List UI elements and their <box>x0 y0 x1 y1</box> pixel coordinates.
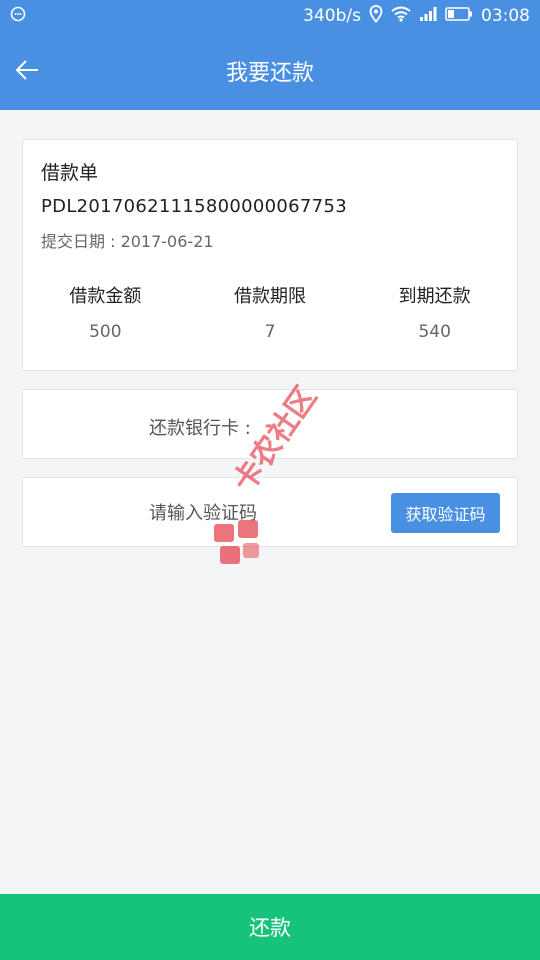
app-bar: 我要还款 <box>0 32 540 110</box>
messenger-icon <box>10 6 26 27</box>
battery-icon <box>445 6 473 27</box>
loan-number: PDL20170621115800000067753 <box>41 196 347 217</box>
stat-value: 540 <box>418 322 451 342</box>
submit-date: 提交日期 : 2017-06-21 <box>41 232 214 251</box>
bank-card-label: 还款银行卡 : <box>149 418 251 439</box>
verification-code-input[interactable] <box>149 498 379 528</box>
stat-header: 借款期限 <box>234 286 306 307</box>
stat-loan-term: 借款期限 7 <box>188 282 353 342</box>
get-code-button[interactable]: 获取验证码 <box>391 493 500 533</box>
loan-stats: 借款金额 500 借款期限 7 到期还款 540 <box>23 282 517 342</box>
signal-bars-icon <box>419 6 437 27</box>
arrow-left-icon[interactable] <box>14 56 42 84</box>
location-pin-icon <box>369 4 383 28</box>
clock-time: 03:08 <box>481 6 530 26</box>
wifi-icon <box>391 6 411 27</box>
network-speed: 340b/s <box>303 6 361 26</box>
bank-card-selector[interactable]: 还款银行卡 : <box>22 389 518 459</box>
stat-value: 500 <box>89 322 122 342</box>
stat-value: 7 <box>264 322 276 342</box>
status-bar: 340b/s 03:08 <box>0 0 540 32</box>
stat-due-repayment: 到期还款 540 <box>352 282 517 342</box>
repay-button[interactable]: 还款 <box>0 894 540 960</box>
loan-card-label: 借款单 <box>41 162 99 184</box>
page-title: 我要还款 <box>225 61 314 86</box>
verification-card: 获取验证码 <box>22 477 518 547</box>
stat-loan-amount: 借款金额 500 <box>23 282 188 342</box>
stat-header: 借款金额 <box>69 286 142 307</box>
loan-card: 借款单 PDL20170621115800000067753 提交日期 : 20… <box>22 139 518 371</box>
stat-header: 到期还款 <box>398 286 471 307</box>
